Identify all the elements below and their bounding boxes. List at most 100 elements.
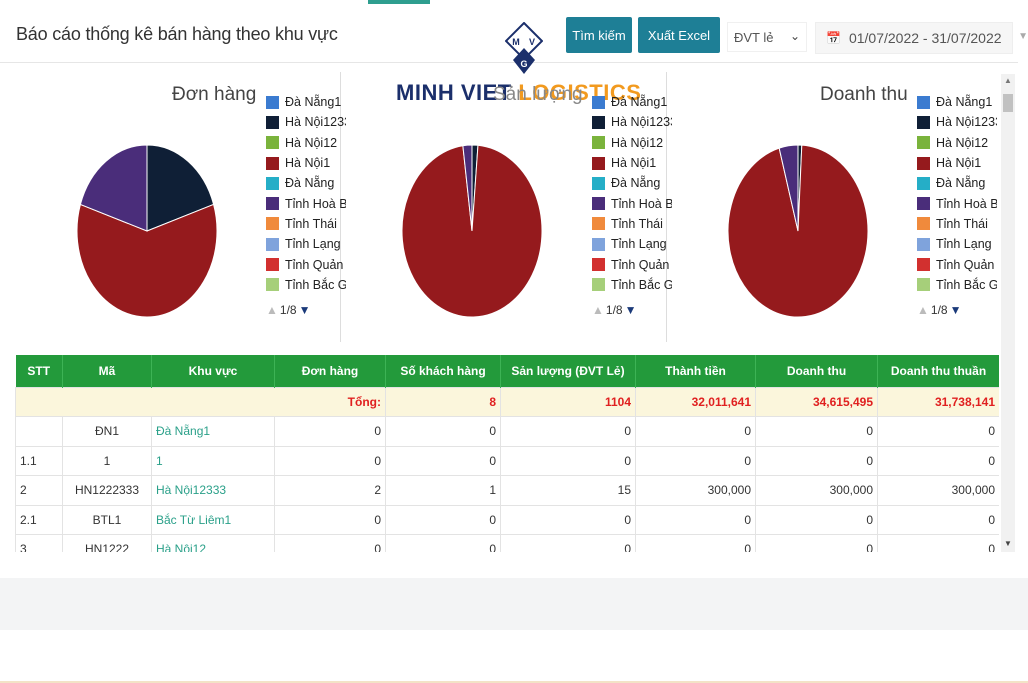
legend-swatch [266,115,279,129]
cell-area-link[interactable]: 1 [151,445,275,476]
legend-item[interactable]: Đà Nẵng1 [266,92,346,112]
cell-quantity: 0 [500,534,636,552]
triangle-down-icon[interactable]: ▼ [299,303,311,317]
legend-item[interactable]: Hà Nội1 [266,153,346,173]
triangle-up-icon[interactable]: ▲ [917,303,929,317]
pager-text: 1/8 [279,303,297,317]
scrollbar[interactable]: ▲ ▼ [1001,74,1015,552]
legend-label: Đà Nẵng [936,176,986,191]
legend-item[interactable]: Hà Nội12 [266,133,346,153]
legend-swatch [266,278,279,292]
legend-swatch [592,95,605,109]
legend-pager[interactable]: ▲ 1/8 ▼ [917,303,961,317]
legend-pager[interactable]: ▲ 1/8 ▼ [266,303,310,317]
cell-revenue: 0 [755,445,878,476]
legend-item[interactable]: Tỉnh Hoà Bình [266,193,346,213]
legend-item[interactable]: Đà Nẵng [266,173,346,193]
legend-item[interactable]: Tỉnh Bắc G [917,275,997,295]
table-row: 2.1 BTL1 Bắc Từ Liêm1 0 0 0 0 0 0 [15,504,999,535]
legend-item[interactable]: Hà Nội1233 [917,112,997,132]
cell-revenue: 0 [755,534,878,552]
triangle-down-icon[interactable]: ▼ [950,303,962,317]
cell-amount: 0 [635,445,756,476]
cell-area-link[interactable]: Hà Nội12333 [151,475,275,506]
column-header[interactable]: STT [15,355,63,387]
legend-item[interactable]: Đà Nẵng1 [917,92,997,112]
legend-item[interactable]: Đà Nẵng [917,173,997,193]
legend-item[interactable]: Tỉnh Quản [592,254,672,274]
legend-item[interactable]: Đà Nẵng1 [592,92,672,112]
calendar-icon: 📅 [826,31,841,45]
triangle-up-icon[interactable]: ▲ [266,303,278,317]
chart-orders: Đơn hàng Đà Nẵng1 Hà Nội1233 Hà Nội12 Hà Nộ… [0,72,346,342]
column-header[interactable]: Thành tiền [635,355,756,387]
legend-item[interactable]: Hà Nội12 [917,133,997,153]
legend-swatch [592,136,605,150]
cell-orders: 0 [274,445,386,476]
legend-item[interactable]: Tỉnh Lạng [266,234,346,254]
total-revenue: 34,615,495 [755,386,878,417]
column-header[interactable]: Mã [62,355,152,387]
column-header[interactable]: Đơn hàng [274,355,386,387]
legend-label: Tỉnh Hoà Bình [936,196,997,211]
legend-item[interactable]: Tỉnh Thái [592,214,672,234]
triangle-down-icon[interactable]: ▼ [625,303,637,317]
legend-swatch [592,217,605,231]
cell-area-link[interactable]: Đà Nẵng1 [151,416,275,447]
legend-swatch [266,136,279,150]
export-excel-button[interactable]: Xuất Excel [638,17,720,53]
cell-amount: 0 [635,416,756,447]
legend-item[interactable]: Tỉnh Lạng [592,234,672,254]
table-row: 2 HN1222333 Hà Nội12333 2 1 15 300,000 3… [15,475,999,506]
legend-item[interactable]: Tỉnh Hoà Bình [917,193,997,213]
logo-mark: M V G [505,22,543,74]
scroll-up-icon[interactable]: ▲ [1004,76,1012,85]
column-header[interactable]: Số khách hàng [385,355,501,387]
legend-item[interactable]: Tỉnh Thái [266,214,346,234]
legend-item[interactable]: Hà Nội1233 [266,112,346,132]
chevron-down-icon: ⌄ [789,29,800,43]
legend-item[interactable]: Tỉnh Quản [266,254,346,274]
legend-item[interactable]: Hà Nội1 [592,153,672,173]
date-range-picker[interactable]: 📅 01/07/2022 - 31/07/2022 ▼ [815,22,1028,54]
legend-item[interactable]: Tỉnh Thái [917,214,997,234]
cell-revenue: 0 [755,416,878,447]
legend-item[interactable]: Đà Nẵng [592,173,672,193]
legend-swatch [917,278,930,292]
cell-net-revenue: 0 [877,416,999,447]
legend-swatch [917,176,930,190]
cell-net-revenue: 0 [877,504,999,535]
cell-area-link[interactable]: Bắc Từ Liêm1 [151,504,275,535]
column-header[interactable]: Sản lượng (ĐVT Lẻ) [500,355,636,387]
legend-item[interactable]: Hà Nội12 [592,133,672,153]
triangle-up-icon[interactable]: ▲ [592,303,604,317]
cell-customers: 0 [385,504,501,535]
legend-item[interactable]: Hà Nội1 [917,153,997,173]
scrollbar-thumb[interactable] [1003,94,1013,112]
table-row: 1.1 1 1 0 0 0 0 0 0 [15,445,999,476]
cell-customers: 0 [385,445,501,476]
table-row: 3 HN1222 Hà Nội12 0 0 0 0 0 0 [15,534,999,552]
legend-item[interactable]: Tỉnh Bắc G [592,275,672,295]
table-row: ĐN1 Đà Nẵng1 0 0 0 0 0 0 [15,416,999,447]
cell-area-link[interactable]: Hà Nội12 [151,534,275,552]
pie-chart [401,144,543,318]
cell-stt: 3 [15,534,63,552]
legend-label: Hà Nội1233 [285,115,346,130]
scroll-down-icon[interactable]: ▼ [1004,539,1012,548]
legend-pager[interactable]: ▲ 1/8 ▼ [592,303,636,317]
search-button[interactable]: Tìm kiếm [566,17,632,53]
chart-legend: Đà Nẵng1 Hà Nội1233 Hà Nội12 Hà Nội1 Đà Nẵng… [592,92,672,295]
column-header[interactable]: Doanh thu thuần [877,355,999,387]
column-header[interactable]: Doanh thu [755,355,878,387]
unit-select[interactable]: ĐVT lẻ ⌄ [727,22,807,52]
column-header[interactable]: Khu vực [151,355,275,387]
legend-label: Hà Nội12 [611,135,664,150]
pager-text: 1/8 [605,303,623,317]
legend-item[interactable]: Tỉnh Quản [917,254,997,274]
legend-item[interactable]: Tỉnh Hoà Bình [592,193,672,213]
legend-item[interactable]: Tỉnh Bắc G [266,275,346,295]
legend-label: Hà Nội12 [285,135,338,150]
legend-item[interactable]: Tỉnh Lạng [917,234,997,254]
legend-item[interactable]: Hà Nội1233 [592,112,672,132]
